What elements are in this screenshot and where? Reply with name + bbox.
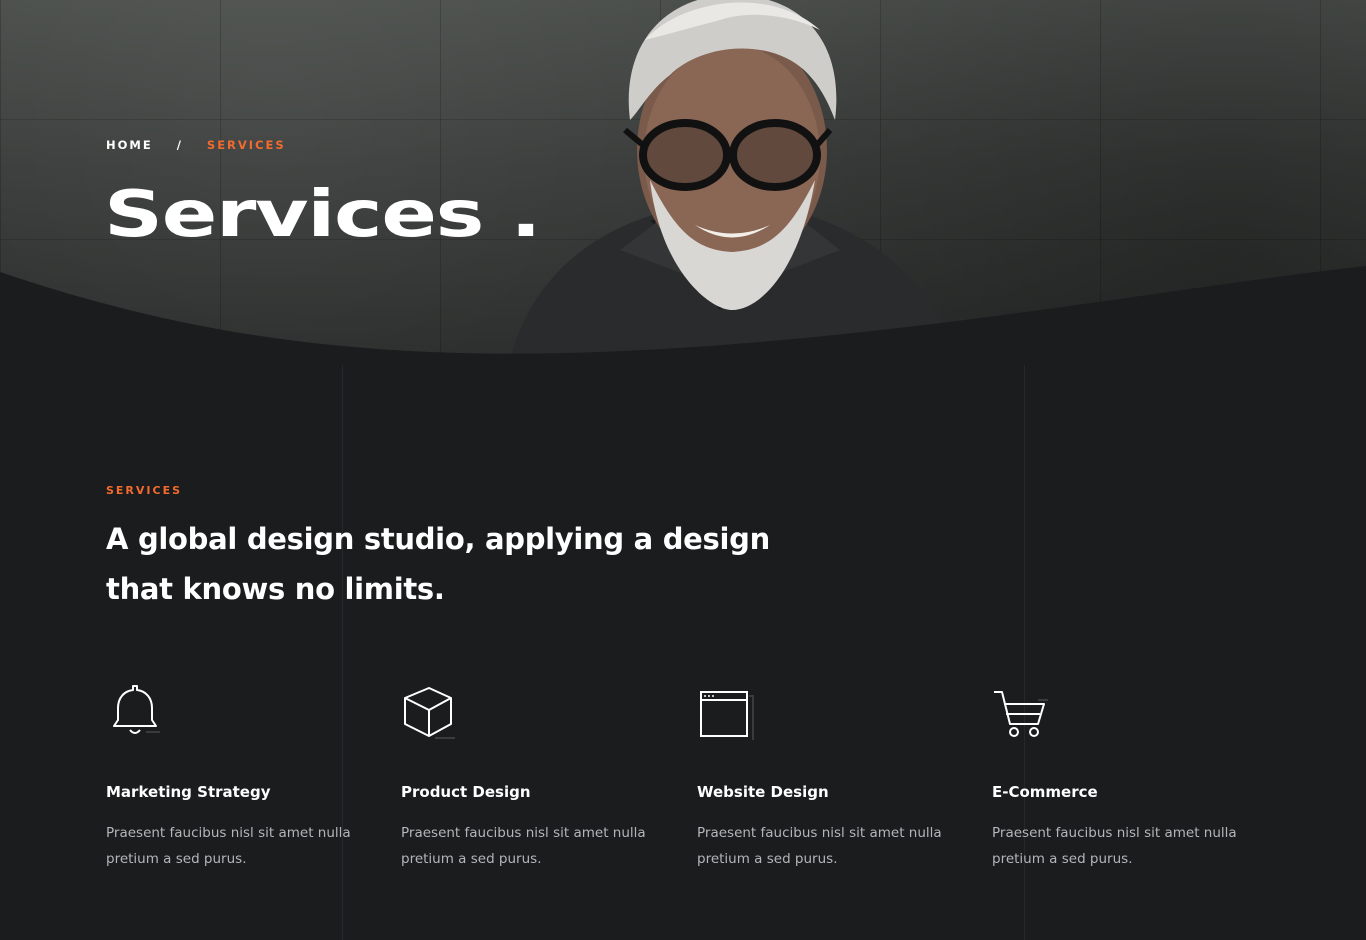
- section-heading-line: A global design studio, applying a desig…: [106, 522, 770, 556]
- service-card-marketing-strategy[interactable]: Marketing Strategy Praesent faucibus nis…: [106, 680, 376, 867]
- hero-bottom-curve: [0, 266, 1366, 360]
- service-title: E-Commerce: [992, 783, 1098, 801]
- section-heading: A global design studio, applying a desig…: [106, 514, 806, 614]
- service-title: Product Design: [401, 783, 531, 801]
- breadcrumb-home-link[interactable]: HOME: [106, 138, 153, 152]
- service-title: Website Design: [697, 783, 829, 801]
- breadcrumb: HOME / SERVICES: [106, 138, 286, 152]
- service-description: Praesent faucibus nisl sit amet nulla pr…: [992, 825, 1237, 867]
- section-heading-line: that knows no limits.: [106, 572, 445, 606]
- service-description: Praesent faucibus nisl sit amet nulla pr…: [697, 825, 942, 867]
- cube-icon: [404, 687, 455, 739]
- breadcrumb-separator: /: [176, 138, 183, 152]
- hero-banner: HOME / SERVICES Services .: [0, 0, 1366, 360]
- service-card-website-design[interactable]: Website Design Praesent faucibus nisl si…: [697, 680, 967, 867]
- service-description: Praesent faucibus nisl sit amet nulla pr…: [401, 825, 646, 867]
- page-title: Services .: [104, 178, 541, 252]
- shopping-cart-icon: [994, 691, 1048, 737]
- service-card-e-commerce[interactable]: E-Commerce Praesent faucibus nisl sit am…: [992, 680, 1262, 867]
- service-title: Marketing Strategy: [106, 783, 271, 801]
- service-card-product-design[interactable]: Product Design Praesent faucibus nisl si…: [401, 680, 671, 867]
- section-eyebrow: SERVICES: [106, 484, 183, 497]
- browser-window-icon: [700, 691, 754, 740]
- bell-icon: [113, 685, 160, 734]
- breadcrumb-current: SERVICES: [206, 138, 286, 152]
- service-description: Praesent faucibus nisl sit amet nulla pr…: [106, 825, 351, 867]
